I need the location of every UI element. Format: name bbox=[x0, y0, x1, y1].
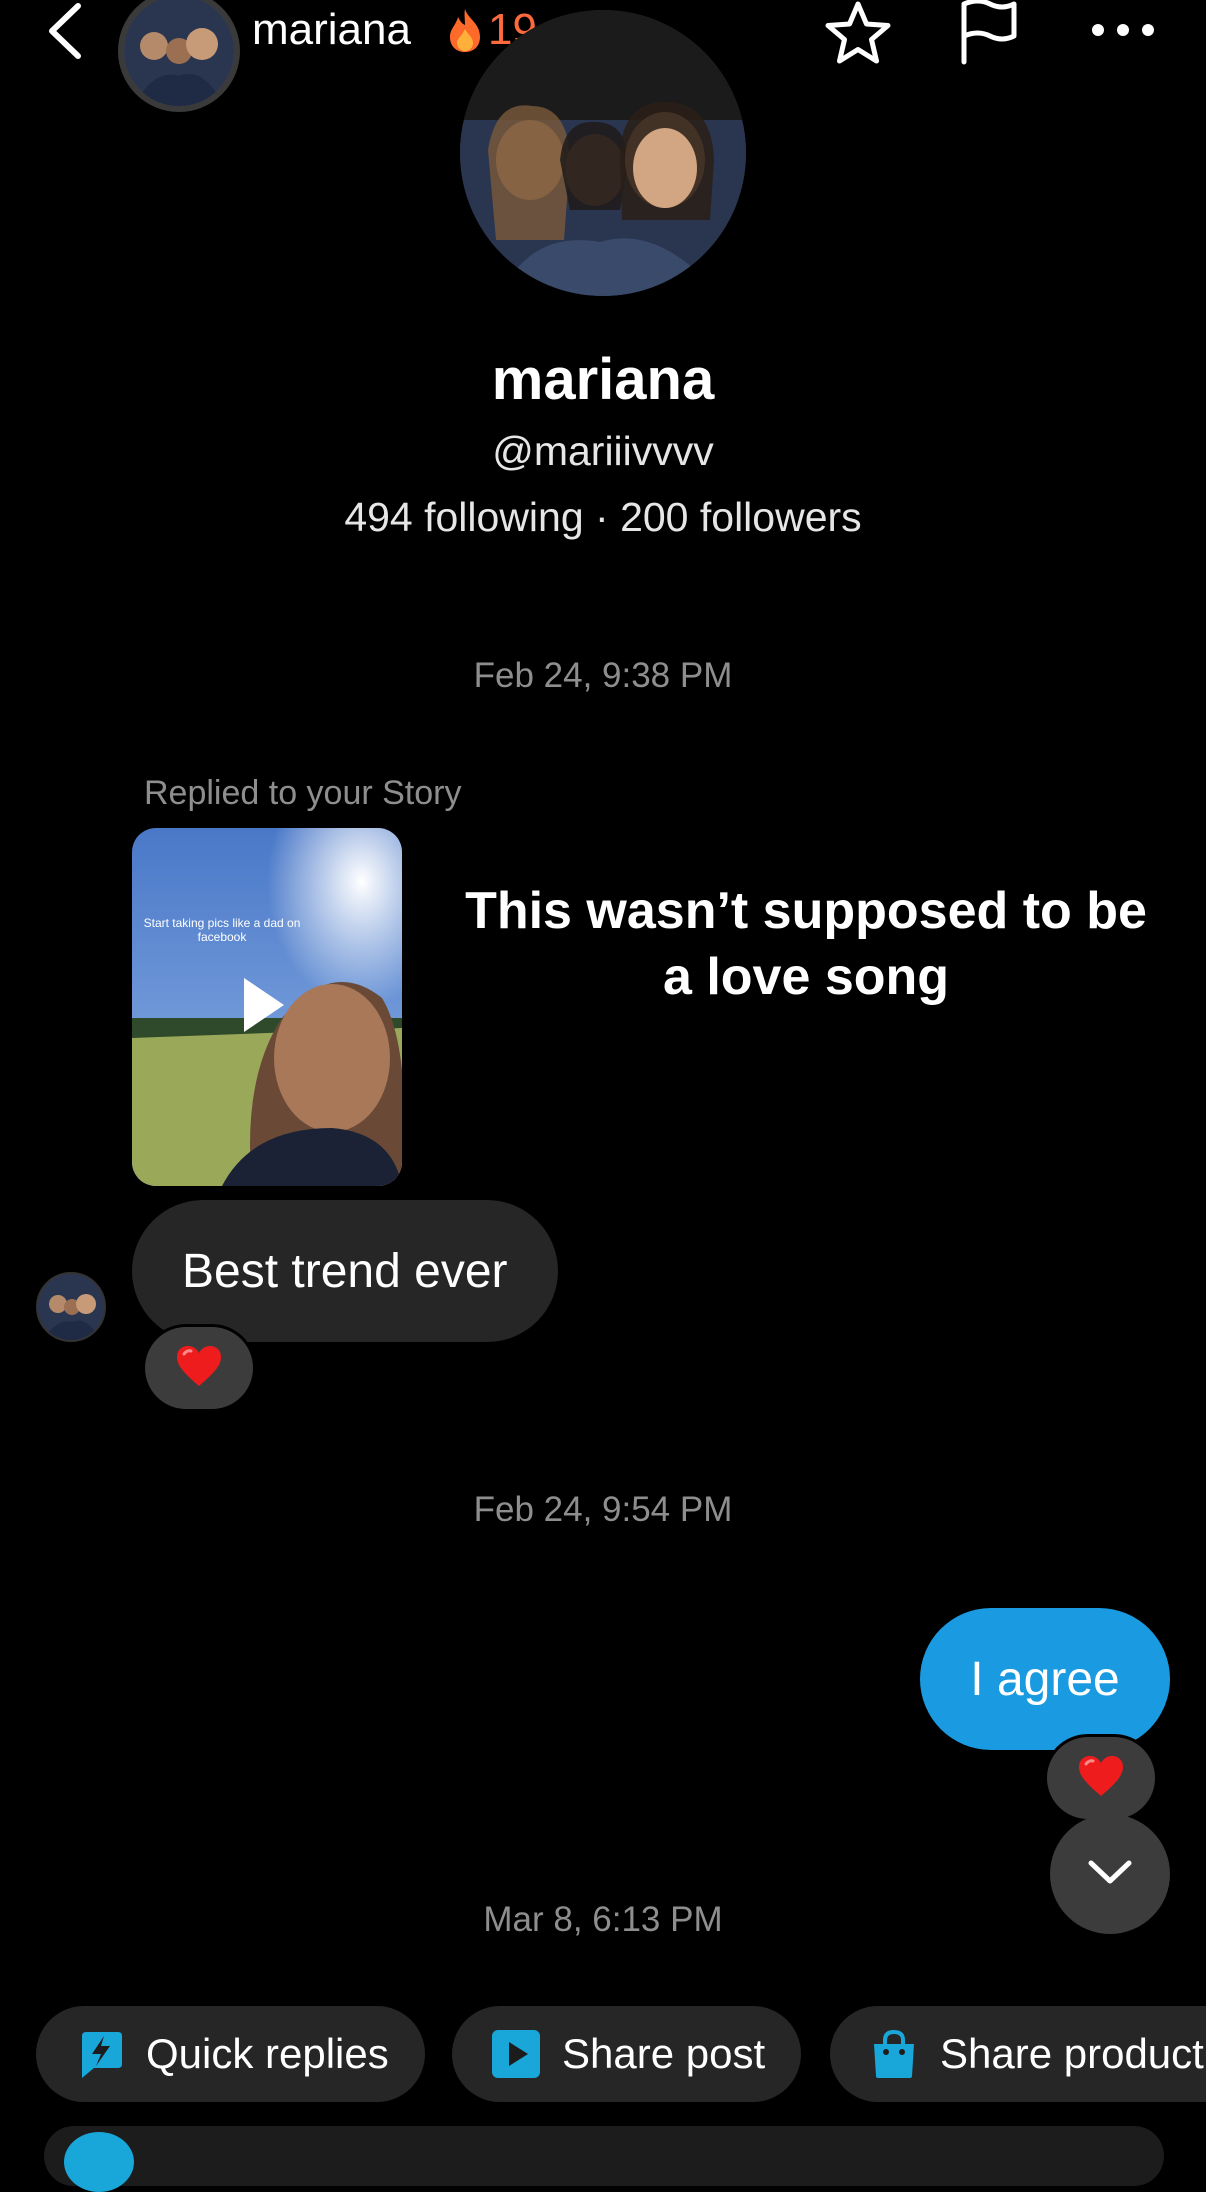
heart-icon bbox=[175, 1344, 223, 1393]
share-post-label: Share post bbox=[562, 2030, 766, 2077]
share-product-button[interactable]: Share product bbox=[830, 2006, 1206, 2102]
message-input-bar[interactable] bbox=[44, 2126, 1164, 2186]
more-icon[interactable] bbox=[1088, 20, 1158, 40]
heart-icon bbox=[1077, 1754, 1125, 1803]
back-icon[interactable] bbox=[40, 0, 96, 62]
story-thumb-text: Start taking pics like a dad on facebook bbox=[143, 916, 301, 944]
profile-avatar[interactable] bbox=[460, 10, 746, 296]
timestamp: Mar 8, 6:13 PM bbox=[483, 1900, 723, 1939]
chevron-down-icon bbox=[1085, 1857, 1135, 1892]
shopping-bag-icon bbox=[868, 2028, 920, 2080]
header-name[interactable]: mariana bbox=[252, 4, 411, 56]
incoming-message[interactable]: Best trend ever bbox=[132, 1200, 558, 1342]
lightning-icon bbox=[74, 2028, 126, 2080]
play-square-icon bbox=[490, 2028, 542, 2080]
share-product-label: Share product bbox=[940, 2030, 1204, 2077]
story-thumbnail[interactable]: Start taking pics like a dad on facebook bbox=[132, 828, 402, 1186]
profile-stats: 494 following · 200 followers bbox=[344, 494, 862, 540]
profile-handle: @mariiivvvv bbox=[492, 428, 714, 474]
flame-icon bbox=[446, 7, 484, 53]
header-avatar[interactable] bbox=[118, 0, 240, 112]
quick-replies-label: Quick replies bbox=[146, 2030, 389, 2077]
sender-avatar[interactable] bbox=[36, 1272, 106, 1342]
heart-reaction[interactable] bbox=[1044, 1734, 1158, 1822]
heart-reaction[interactable] bbox=[142, 1324, 256, 1412]
quick-replies-button[interactable]: Quick replies bbox=[36, 2006, 425, 2102]
timestamp: Feb 24, 9:38 PM bbox=[473, 656, 733, 695]
timestamp: Feb 24, 9:54 PM bbox=[473, 1490, 733, 1529]
profile-name: mariana bbox=[491, 347, 715, 412]
camera-button[interactable] bbox=[64, 2132, 134, 2192]
outgoing-message[interactable]: I agree bbox=[920, 1608, 1170, 1750]
flag-icon[interactable] bbox=[954, 0, 1024, 66]
star-icon[interactable] bbox=[822, 0, 894, 70]
story-caption: This wasn’t supposed to be a love song bbox=[465, 882, 1147, 1006]
story-reply-label: Replied to your Story bbox=[144, 774, 462, 812]
share-post-button[interactable]: Share post bbox=[452, 2006, 802, 2102]
